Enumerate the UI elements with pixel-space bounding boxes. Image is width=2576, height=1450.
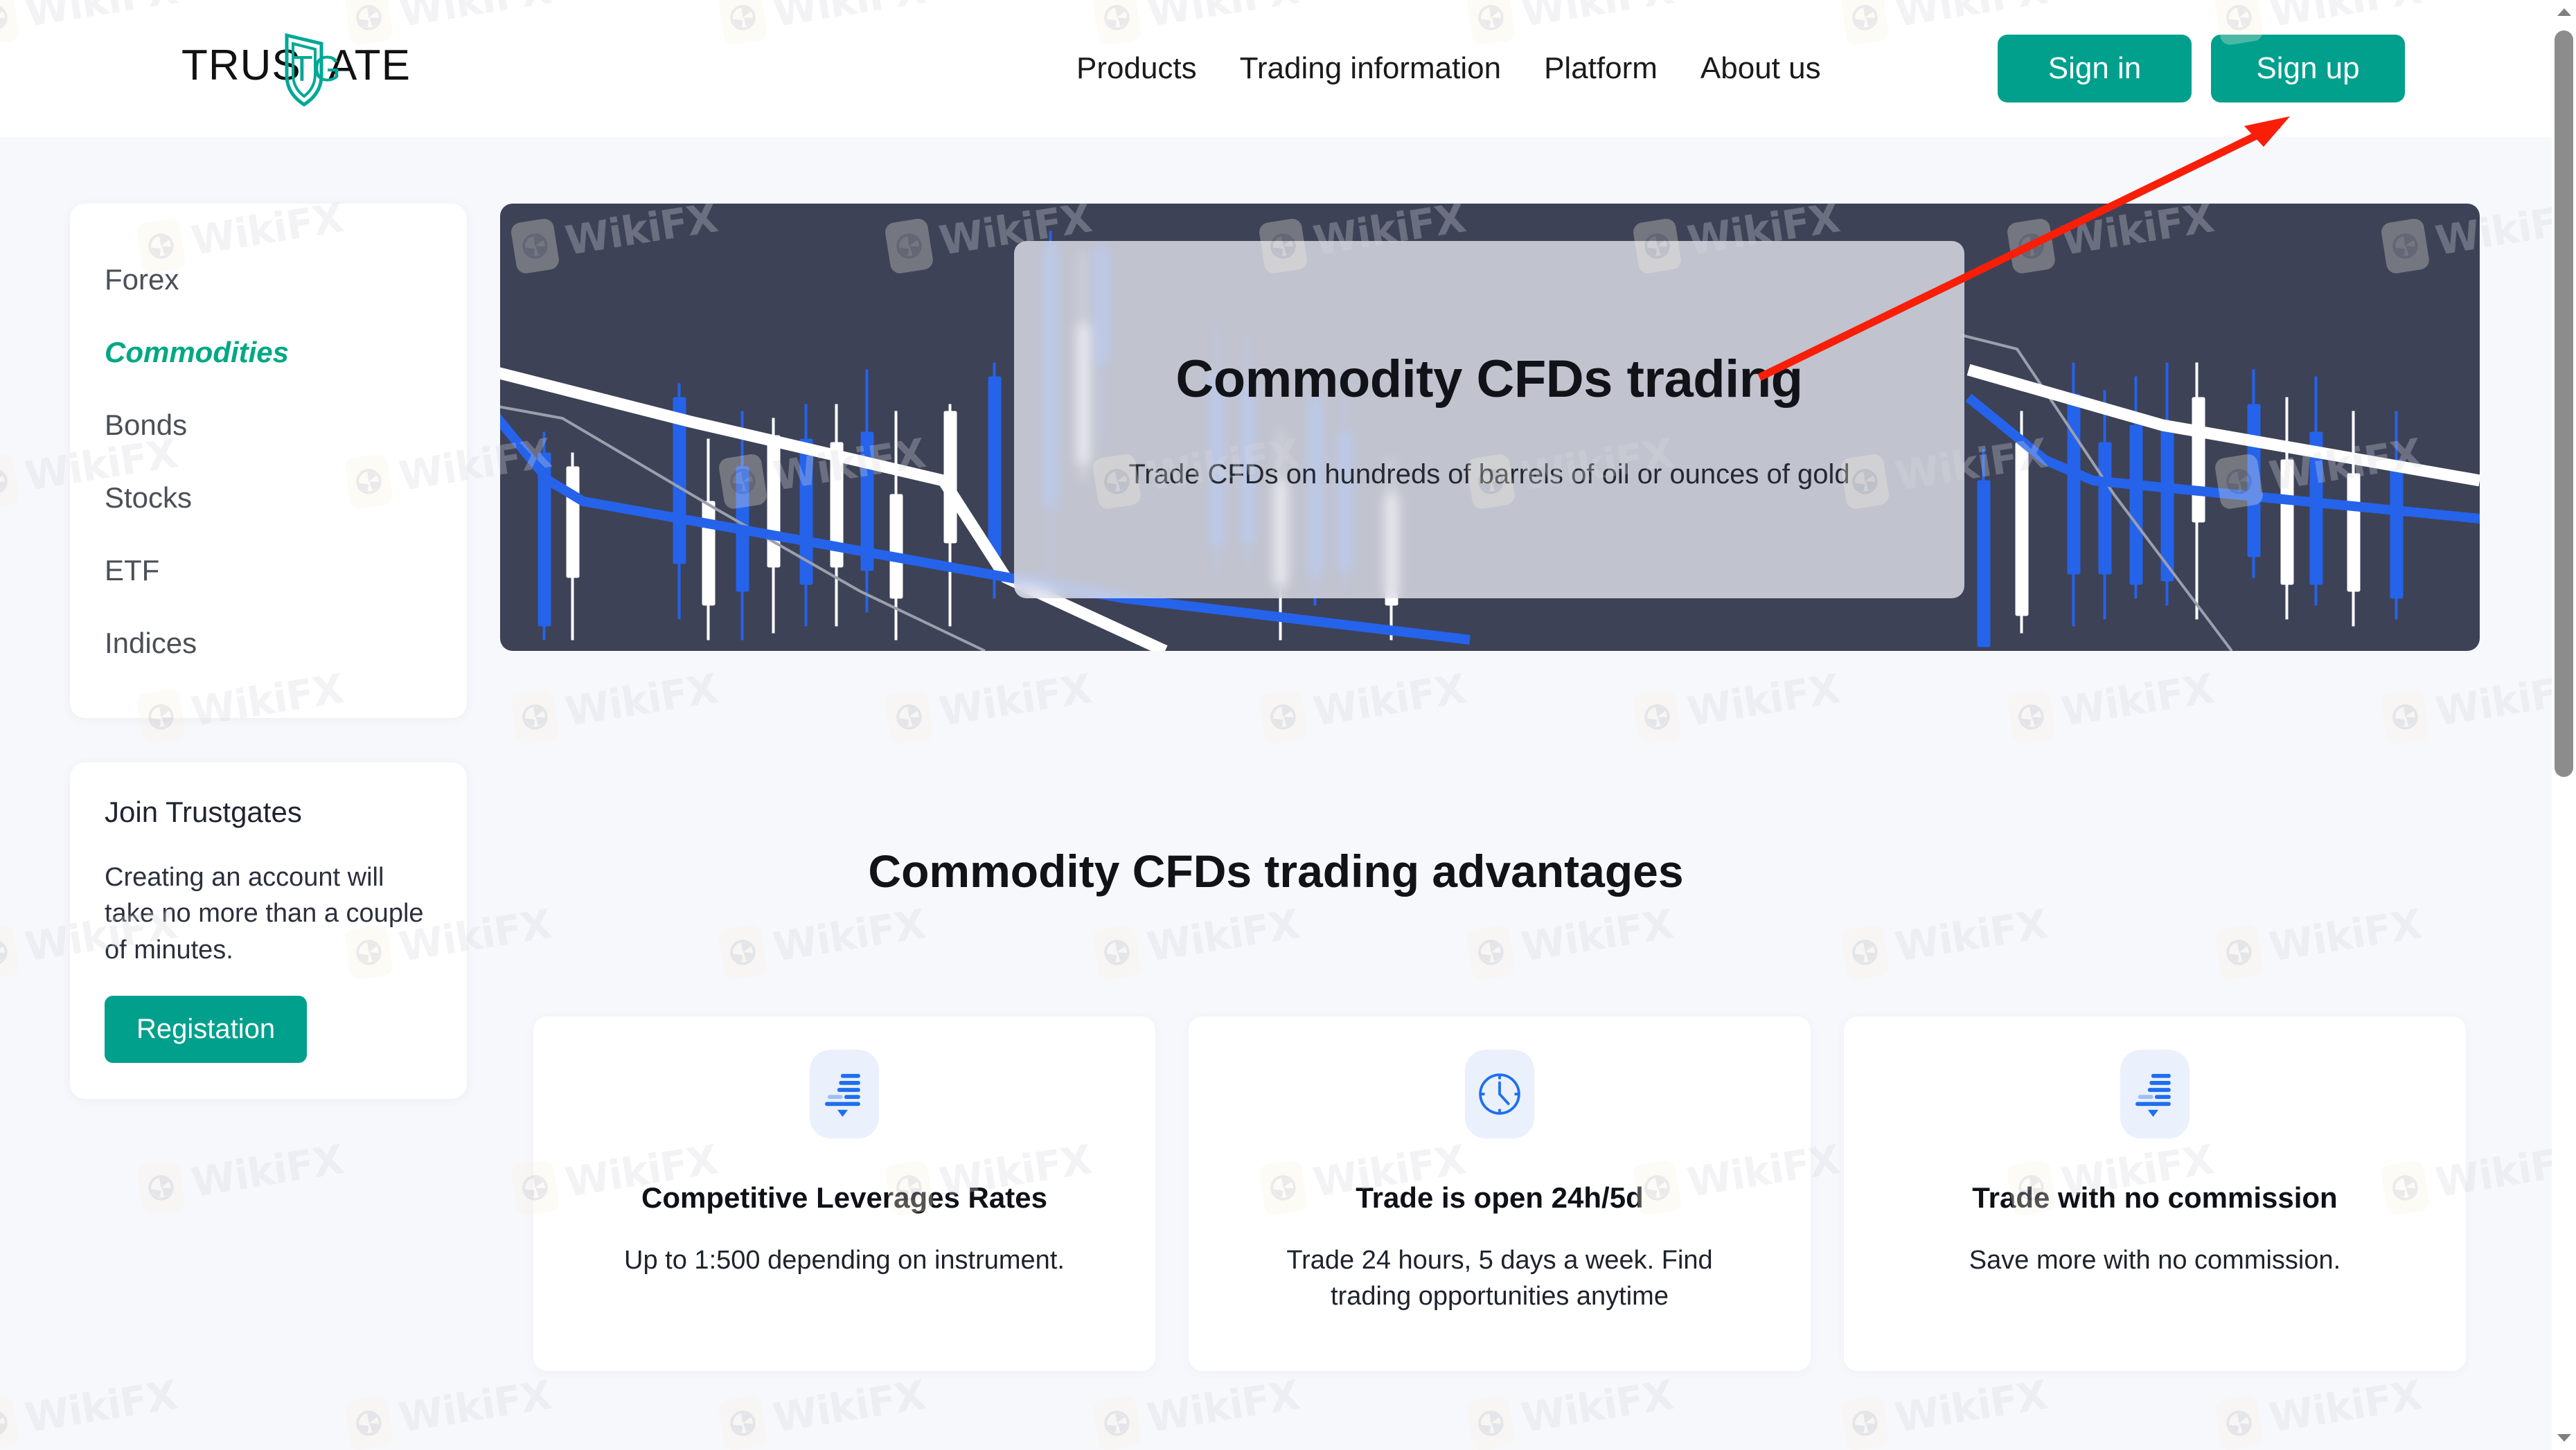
sidebar-item-stocks[interactable]: Stocks	[70, 481, 467, 514]
join-card-title: Join Trustgates	[105, 796, 302, 828]
sidebar-item-bonds[interactable]: Bonds	[70, 409, 467, 442]
sidebar-item-etf[interactable]: ETF	[70, 554, 467, 587]
feature-title: Competitive Leverages Rates	[641, 1181, 1047, 1214]
feature-title: Trade with no commission	[1972, 1181, 2338, 1214]
sidebar-item-commodities[interactable]: Commodities	[70, 336, 467, 369]
trustgates-logo-icon: TRUS ATES TG	[181, 33, 410, 107]
sign-in-button[interactable]: Sign in	[1998, 35, 2192, 102]
sidebar-item-indices[interactable]: Indices	[70, 627, 467, 660]
registration-button[interactable]: Registation	[105, 996, 308, 1064]
scrollbar-thumb[interactable]	[2555, 30, 2573, 777]
scroll-down-arrow-icon[interactable]	[2552, 1426, 2576, 1450]
sidebar-item-forex[interactable]: Forex	[70, 263, 467, 296]
leverage-bars-icon	[2120, 1050, 2189, 1138]
feature-title: Trade is open 24h/5d	[1356, 1181, 1644, 1214]
hero-subtitle: Trade CFDs on hundreds of barrels of oil…	[1128, 459, 1850, 490]
feature-description: Trade 24 hours, 5 days a week. Find trad…	[1286, 1246, 1713, 1312]
advantages-cards: Competitive Leverages Rates Up to 1:500 …	[533, 1017, 2466, 1371]
svg-text:TRUS: TRUS	[181, 42, 301, 89]
join-card: Join Trustgates Creating an account will…	[70, 762, 467, 1100]
clock-icon	[1465, 1050, 1534, 1138]
svg-text:TG: TG	[291, 49, 341, 89]
feature-card-leverage: Competitive Leverages Rates Up to 1:500 …	[533, 1017, 1155, 1371]
nav-item-trading-information[interactable]: Trading information	[1240, 51, 1501, 86]
hero-text-panel: Commodity CFDs trading Trade CFDs on hun…	[1014, 241, 1964, 598]
nav-item-products[interactable]: Products	[1076, 51, 1197, 86]
advantages-section-title: Commodity CFDs trading advantages	[868, 845, 1684, 897]
feature-description: Up to 1:500 depending on instrument.	[624, 1246, 1065, 1275]
main-navigation: Products Trading information Platform Ab…	[1076, 51, 1821, 86]
hero-banner: Commodity CFDs trading Trade CFDs on hun…	[500, 204, 2480, 651]
category-menu: Forex Commodities Bonds Stocks ETF Indic…	[70, 204, 467, 718]
site-header: TRUS ATES TG Products Trading informatio…	[0, 0, 2552, 137]
leverage-bars-icon	[810, 1050, 879, 1138]
sign-up-button[interactable]: Sign up	[2211, 35, 2405, 102]
vertical-scrollbar[interactable]	[2552, 0, 2576, 1450]
auth-buttons: Sign in Sign up	[1998, 35, 2405, 102]
logo[interactable]: TRUS ATES TG	[181, 27, 410, 110]
feature-card-hours: Trade is open 24h/5d Trade 24 hours, 5 d…	[1189, 1017, 1811, 1371]
scroll-up-arrow-icon[interactable]	[2552, 0, 2576, 24]
page-body: Forex Commodities Bonds Stocks ETF Indic…	[0, 137, 2552, 1450]
sidebar: Forex Commodities Bonds Stocks ETF Indic…	[70, 204, 467, 1100]
hero-title: Commodity CFDs trading	[1175, 350, 1803, 409]
nav-item-about-us[interactable]: About us	[1700, 51, 1821, 86]
feature-description: Save more with no commission.	[1969, 1246, 2341, 1275]
feature-card-commission: Trade with no commission Save more with …	[1844, 1017, 2466, 1371]
nav-item-platform[interactable]: Platform	[1544, 51, 1658, 86]
